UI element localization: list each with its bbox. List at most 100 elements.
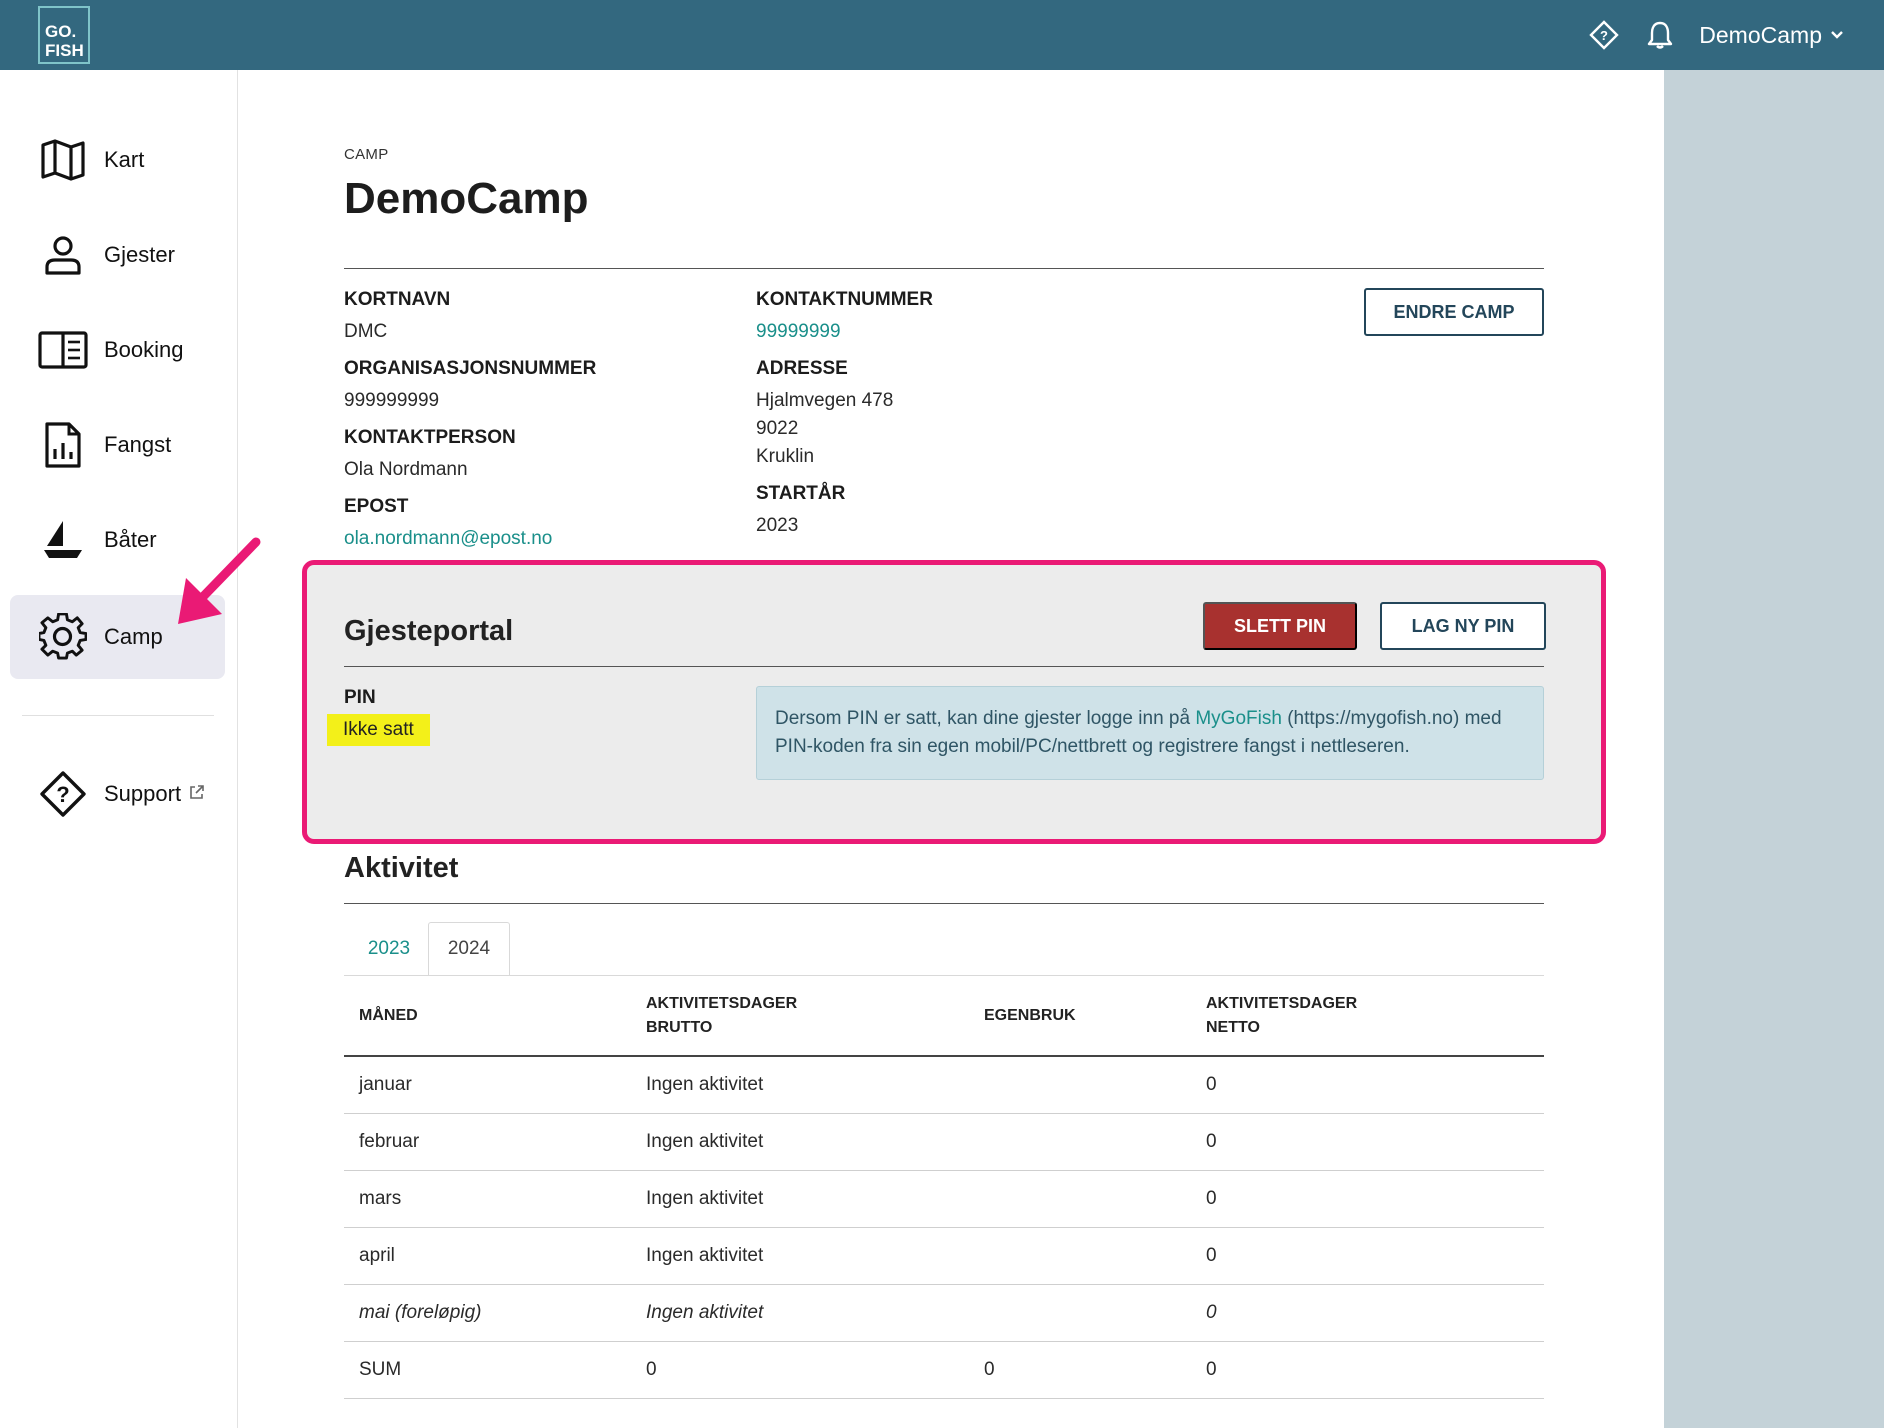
activity-title: Aktivitet (344, 852, 459, 884)
svg-text:?: ? (56, 782, 69, 807)
netto-cell: 0 (1206, 1113, 1544, 1171)
guest-portal-section: Gjesteportal SLETT PIN LAG NY PIN PIN Ik… (302, 560, 1606, 844)
svg-text:?: ? (1600, 28, 1608, 43)
brutto-cell: Ingen aktivitet (646, 1113, 984, 1171)
table-row: februar Ingen aktivitet 0 (344, 1113, 1544, 1171)
sidebar-item-label: Fangst (104, 432, 172, 457)
month-cell: mai (foreløpig) (344, 1284, 646, 1342)
activity-table: MÅNED AKTIVITETSDAGER BRUTTO EGENBRUK AKT… (344, 976, 1544, 1399)
egenbruk-cell: 0 (984, 1341, 1206, 1399)
sidebar-item-booking[interactable]: Booking (10, 308, 225, 392)
adresse-line-1: Hjalmvegen 478 (756, 390, 894, 411)
logo-line-1: GO. (45, 22, 77, 41)
kontaktperson-value: Ola Nordmann (344, 459, 468, 480)
tab-2023[interactable]: 2023 (348, 922, 430, 976)
sidebar-item-label: Support (104, 781, 182, 806)
egenbruk-cell (984, 1284, 1206, 1342)
sidebar-item-gjester[interactable]: Gjester (10, 213, 225, 297)
kontaktperson-label: KONTAKTPERSON (344, 427, 516, 448)
delete-pin-button[interactable]: SLETT PIN (1203, 602, 1357, 650)
sidebar-item-support[interactable]: ? Support (10, 752, 225, 836)
boat-icon (38, 515, 88, 565)
sidebar: Kart Gjester Booking Fangst Båter Camp ? (0, 70, 238, 1428)
netto-cell: 0 (1206, 1227, 1544, 1285)
bell-icon[interactable] (1643, 18, 1677, 52)
person-icon (38, 230, 88, 280)
user-name: DemoCamp (1699, 21, 1822, 48)
guest-portal-title: Gjesteportal (344, 615, 514, 647)
annotation-arrow (178, 537, 261, 624)
egenbruk-cell (984, 1056, 1206, 1114)
page-title: DemoCamp (344, 174, 589, 223)
table-row: januar Ingen aktivitet 0 (344, 1056, 1544, 1114)
sidebar-item-kart[interactable]: Kart (10, 118, 225, 202)
header-line: AKTIVITETSDAGER (646, 994, 798, 1012)
month-cell: mars (344, 1170, 646, 1228)
guest-portal-divider (344, 666, 1544, 667)
orgnr-value: 999999999 (344, 390, 440, 411)
table-row: mai (foreløpig) Ingen aktivitet 0 (344, 1284, 1544, 1342)
header-line: NETTO (1206, 1018, 1260, 1036)
sidebar-item-label: Kart (104, 147, 145, 172)
title-divider (344, 268, 1544, 269)
external-link-icon (189, 784, 205, 805)
table-header-row: MÅNED AKTIVITETSDAGER BRUTTO EGENBRUK AKT… (344, 976, 1544, 1057)
tab-2024[interactable]: 2024 (428, 922, 510, 976)
page-eyebrow: CAMP (344, 146, 389, 163)
brutto-cell: Ingen aktivitet (646, 1056, 984, 1114)
logo-line-2: FISH (45, 41, 84, 60)
pin-value: Ikke satt (327, 714, 430, 746)
sidebar-item-fangst[interactable]: Fangst (10, 403, 225, 487)
kontaktnummer-label: KONTAKTNUMMER (756, 289, 933, 310)
book-icon (38, 325, 88, 375)
column-header-maaned[interactable]: MÅNED (344, 976, 646, 1057)
mygofish-link[interactable]: MyGoFish (1195, 708, 1282, 729)
adresse-line-2: 9022 (756, 418, 799, 439)
egenbruk-cell (984, 1113, 1206, 1171)
month-cell: januar (344, 1056, 646, 1114)
column-header-egenbruk[interactable]: EGENBRUK (984, 976, 1206, 1057)
kontaktnummer-link[interactable]: 99999999 (756, 318, 841, 346)
diamond-question-icon[interactable]: ? (1587, 18, 1621, 52)
netto-cell: 0 (1206, 1284, 1544, 1342)
table-row: mars Ingen aktivitet 0 (344, 1170, 1544, 1228)
adresse-line-3: Kruklin (756, 446, 815, 467)
report-chart-icon (38, 420, 88, 470)
netto-cell: 0 (1206, 1056, 1544, 1114)
netto-cell: 0 (1206, 1341, 1544, 1399)
month-cell: SUM (344, 1341, 646, 1399)
edit-camp-button[interactable]: ENDRE CAMP (1364, 288, 1544, 336)
adresse-label: ADRESSE (756, 358, 848, 379)
header-line: AKTIVITETSDAGER (1206, 994, 1358, 1012)
chevron-down-icon (1831, 31, 1843, 39)
top-bar: GO. FISH ? DemoCamp (0, 0, 1884, 70)
pin-info-box: Dersom PIN er satt, kan dine gjester log… (756, 686, 1544, 780)
netto-cell: 0 (1206, 1170, 1544, 1228)
gear-icon (38, 612, 88, 662)
map-icon (38, 135, 88, 185)
table-sum-row: SUM 0 0 0 (344, 1341, 1544, 1399)
orgnr-label: ORGANISASJONSNUMMER (344, 358, 597, 379)
column-header-netto[interactable]: AKTIVITETSDAGER NETTO (1206, 976, 1544, 1057)
brutto-cell: Ingen aktivitet (646, 1227, 984, 1285)
epost-link[interactable]: ola.nordmann@epost.no (344, 525, 552, 553)
sidebar-item-label: Booking (104, 337, 184, 362)
new-pin-button[interactable]: LAG NY PIN (1380, 602, 1546, 650)
month-cell: april (344, 1227, 646, 1285)
brutto-cell: Ingen aktivitet (646, 1284, 984, 1342)
sidebar-divider (22, 715, 214, 716)
activity-divider (344, 903, 1544, 904)
header-line: BRUTTO (646, 1018, 713, 1036)
column-header-brutto[interactable]: AKTIVITETSDAGER BRUTTO (646, 976, 984, 1057)
month-cell: februar (344, 1113, 646, 1171)
egenbruk-cell (984, 1170, 1206, 1228)
epost-label: EPOST (344, 496, 409, 517)
pin-label: PIN (344, 687, 376, 708)
table-row: april Ingen aktivitet 0 (344, 1227, 1544, 1285)
kortnavn-label: KORTNAVN (344, 289, 451, 310)
gofish-logo[interactable]: GO. FISH (38, 6, 90, 64)
brutto-cell: Ingen aktivitet (646, 1170, 984, 1228)
sidebar-item-label: Camp (104, 624, 163, 649)
user-menu[interactable]: DemoCamp (1699, 22, 1844, 49)
kortnavn-value: DMC (344, 321, 388, 342)
